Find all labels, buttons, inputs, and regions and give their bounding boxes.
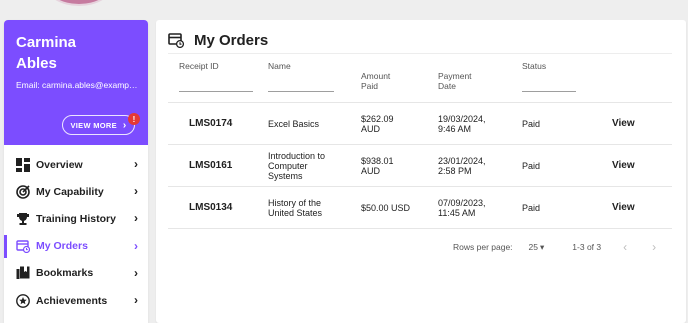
sidebar-item-training-history[interactable]: Training History › (4, 205, 148, 232)
orders-table: Receipt ID Name Amount Paid Payment Date… (168, 53, 672, 229)
avatar (46, 0, 112, 6)
star-icon (16, 293, 30, 308)
column-header-amount-paid[interactable]: Amount Paid (361, 53, 438, 103)
rows-per-page-select[interactable]: 25 ▾ (529, 242, 545, 253)
chevron-right-icon: › (134, 265, 138, 280)
course-name: Excel Basics (268, 102, 361, 145)
sidebar-item-my-orders[interactable]: My Orders › (4, 233, 148, 260)
chevron-right-icon: › (134, 292, 138, 307)
target-icon (16, 184, 30, 199)
sidebar-item-overview[interactable]: Overview › (4, 151, 148, 178)
pagination-range: 1-3 of 3 (572, 242, 602, 252)
column-header-payment-date[interactable]: Payment Date (438, 53, 522, 103)
column-header-status[interactable]: Status (522, 53, 612, 103)
table-header-row: Receipt ID Name Amount Paid Payment Date… (168, 53, 672, 103)
sidebar-item-label: My Orders (36, 240, 88, 253)
next-page-button[interactable]: › (652, 240, 656, 254)
status: Paid (522, 186, 612, 229)
view-order-link[interactable]: View (612, 186, 672, 229)
payment-date: 23/01/2024, 2:58 PM (438, 144, 522, 187)
column-header-actions (612, 53, 672, 103)
page-header: My Orders (156, 20, 686, 52)
amount-paid: $938.01 AUD (361, 144, 438, 187)
profile-name: Carmina Ables (16, 34, 77, 72)
receipt-id: LMS0161 (168, 144, 268, 187)
sidebar-nav: Overview › My Capability › Training Hist… (4, 151, 148, 314)
status: Paid (522, 102, 612, 145)
previous-page-button[interactable]: ‹ (623, 240, 627, 254)
course-name: History of the United States (268, 186, 361, 229)
bookmarks-icon (16, 266, 30, 280)
table-row: LMS0161 Introduction to Computer Systems… (168, 144, 672, 187)
sidebar-item-label: Achievements (36, 294, 108, 307)
chevron-right-icon: › (134, 184, 138, 199)
column-header-receipt-id[interactable]: Receipt ID (168, 53, 268, 103)
sidebar-item-achievements[interactable]: Achievements › (4, 287, 148, 314)
view-more-button[interactable]: VIEW MORE › (62, 115, 135, 135)
orders-icon (16, 239, 30, 254)
view-more-label: VIEW MORE (70, 120, 117, 130)
payment-date: 19/03/2024, 9:46 AM (438, 102, 522, 145)
sidebar-item-label: Bookmarks (36, 267, 94, 280)
caret-down-icon: ▾ (540, 241, 545, 252)
pagination: Rows per page: 25 ▾ 1-3 of 3 ‹ › (453, 240, 656, 254)
column-header-name[interactable]: Name (268, 53, 361, 103)
sidebar-item-label: Training History (36, 212, 116, 225)
chevron-right-icon: › (134, 211, 138, 226)
chevron-right-icon: › (122, 119, 127, 131)
receipt-id-filter-input[interactable] (179, 91, 253, 92)
view-order-link[interactable]: View (612, 102, 672, 145)
amount-paid: $262.09 AUD (361, 102, 438, 145)
amount-paid: $50.00 USD (361, 186, 438, 229)
status: Paid (522, 144, 612, 187)
trophy-icon (16, 212, 30, 226)
sidebar-item-label: My Capability (36, 185, 104, 198)
profile-email: Email: carmina.ables@example.com (16, 80, 138, 90)
receipt-id: LMS0134 (168, 186, 268, 229)
table-row: LMS0134 History of the United States $50… (168, 186, 672, 229)
sidebar-item-label: Overview (36, 158, 83, 171)
status-filter-input[interactable] (522, 91, 576, 92)
payment-date: 07/09/2023, 11:45 AM (438, 186, 522, 229)
receipt-id: LMS0174 (168, 102, 268, 145)
rows-per-page-label: Rows per page: (453, 242, 513, 252)
sidebar: Carmina Ables Email: carmina.ables@examp… (4, 20, 148, 323)
dashboard-icon (16, 157, 30, 172)
course-name: Introduction to Computer Systems (268, 144, 361, 187)
chevron-right-icon: › (134, 157, 138, 171)
orders-icon (168, 32, 185, 49)
page-title: My Orders (194, 31, 269, 49)
view-order-link[interactable]: View (612, 144, 672, 187)
chevron-right-icon: › (134, 238, 138, 253)
sidebar-item-bookmarks[interactable]: Bookmarks › (4, 260, 148, 287)
name-filter-input[interactable] (268, 91, 334, 92)
orders-panel: My Orders Receipt ID Name Amount Paid Pa… (156, 20, 686, 323)
table-row: LMS0174 Excel Basics $262.09 AUD 19/03/2… (168, 102, 672, 145)
alert-badge: ! (128, 113, 140, 125)
profile-card: Carmina Ables Email: carmina.ables@examp… (4, 20, 148, 145)
sidebar-item-my-capability[interactable]: My Capability › (4, 178, 148, 205)
